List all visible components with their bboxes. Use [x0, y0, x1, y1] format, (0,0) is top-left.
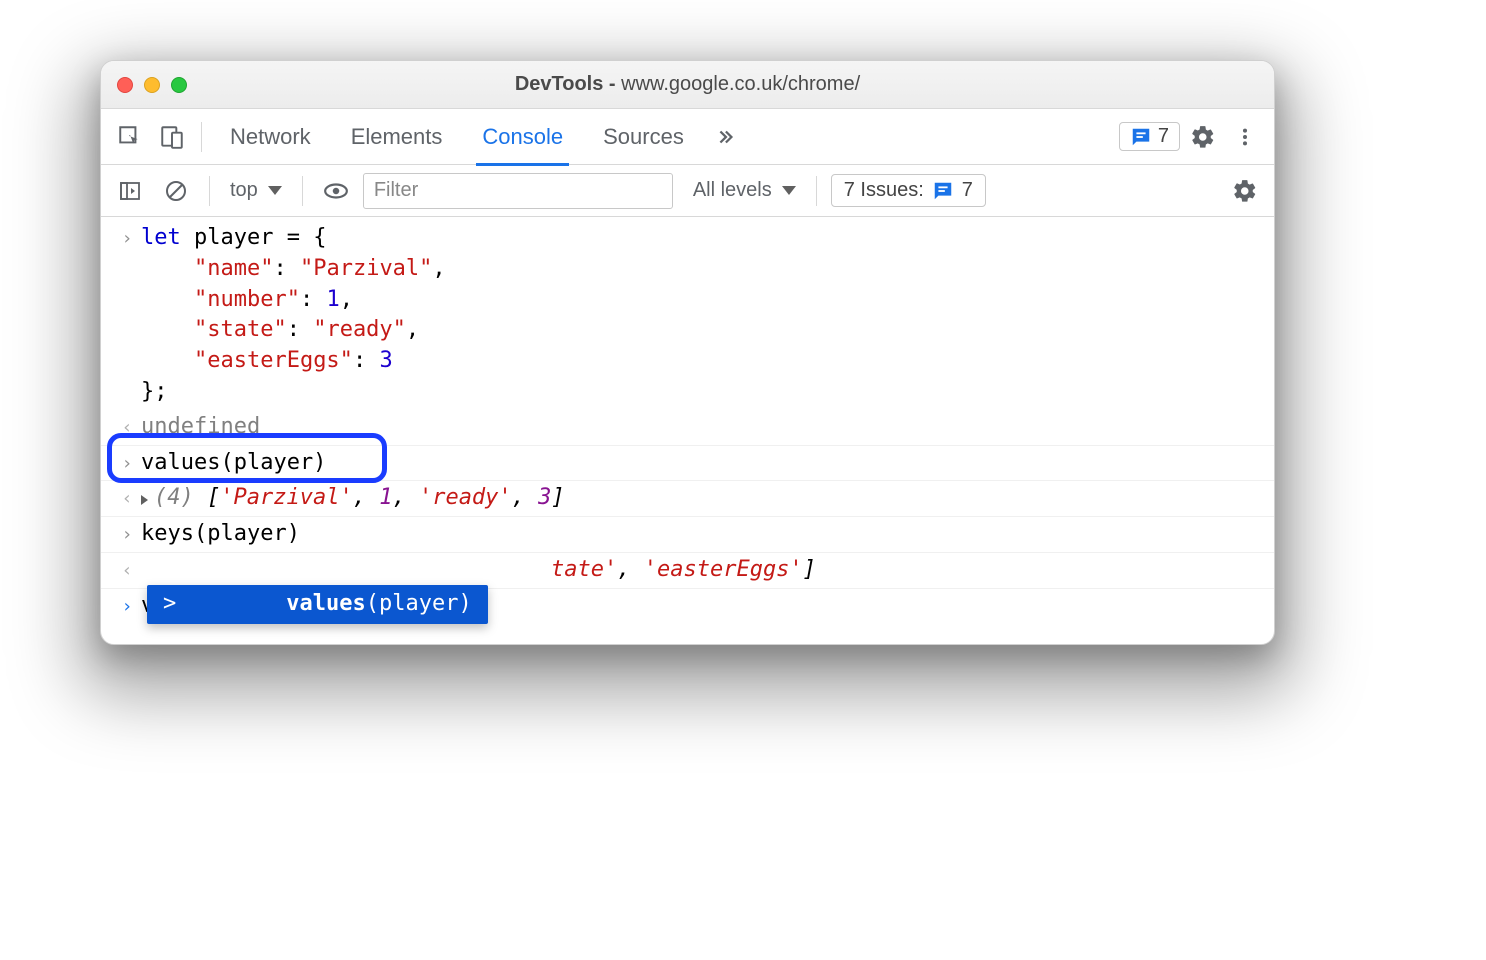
- kebab-menu-icon[interactable]: [1226, 118, 1264, 156]
- messages-badge[interactable]: 7: [1119, 122, 1180, 151]
- window-controls: [117, 77, 187, 93]
- message-icon: [1130, 126, 1152, 148]
- issues-button[interactable]: 7 Issues: 7: [831, 174, 986, 207]
- input-prompt-icon: ›: [113, 223, 141, 251]
- filter-placeholder: Filter: [374, 179, 418, 202]
- tab-network[interactable]: Network: [212, 109, 329, 165]
- array-output: (4) ['Parzival', 1, 'ready', 3]: [141, 483, 565, 514]
- minimize-window-button[interactable]: [144, 77, 160, 93]
- output-prompt-icon: ‹: [113, 555, 141, 583]
- output-prompt-icon: ‹: [113, 483, 141, 511]
- context-label: top: [230, 179, 258, 202]
- output-undefined: undefined: [141, 412, 260, 443]
- issues-label: 7 Issues:: [844, 179, 924, 202]
- autocomplete-chevron: >: [163, 589, 176, 620]
- title-prefix: DevTools -: [515, 73, 621, 95]
- code-line: let player = { "name": "Parzival", "numb…: [141, 223, 446, 408]
- separator: [302, 176, 303, 206]
- tab-console[interactable]: Console: [464, 109, 581, 165]
- inspect-element-icon[interactable]: [111, 118, 149, 156]
- chevron-down-icon: [782, 186, 796, 195]
- clear-console-icon[interactable]: [157, 172, 195, 210]
- console-output-row: ‹ undefined: [101, 410, 1274, 446]
- expand-icon[interactable]: [141, 495, 148, 505]
- separator: [201, 122, 202, 152]
- context-selector[interactable]: top: [224, 177, 288, 204]
- console-input-row[interactable]: › let player = { "name": "Parzival", "nu…: [101, 221, 1274, 410]
- live-expression-icon[interactable]: [317, 172, 355, 210]
- separator: [209, 176, 210, 206]
- chevron-down-icon: [268, 186, 282, 195]
- messages-count: 7: [1158, 125, 1169, 148]
- devtools-window: DevTools - www.google.co.uk/chrome/ Netw…: [100, 60, 1275, 645]
- input-prompt-icon: ›: [113, 519, 141, 547]
- console-output-row[interactable]: ‹ tate', 'easterEggs']: [101, 553, 1274, 589]
- console-body: › let player = { "name": "Parzival", "nu…: [101, 217, 1274, 644]
- input-prompt-icon: ›: [113, 448, 141, 476]
- more-tabs-icon[interactable]: [706, 118, 744, 156]
- autocomplete-suffix: (player): [366, 591, 472, 616]
- separator: [816, 176, 817, 206]
- code-line: keys(player): [141, 519, 300, 550]
- maximize-window-button[interactable]: [171, 77, 187, 93]
- message-icon: [932, 180, 954, 202]
- console-toolbar: top Filter All levels 7 Issues: 7: [101, 165, 1274, 217]
- console-output-row[interactable]: ‹ (4) ['Parzival', 1, 'ready', 3]: [101, 481, 1274, 517]
- title-url: www.google.co.uk/chrome/: [621, 73, 860, 95]
- titlebar: DevTools - www.google.co.uk/chrome/: [101, 61, 1274, 109]
- filter-input[interactable]: Filter: [363, 173, 673, 209]
- main-tabbar: Network Elements Console Sources 7: [101, 109, 1274, 165]
- array-output: tate', 'easterEggs']: [141, 555, 816, 586]
- toggle-sidebar-icon[interactable]: [111, 172, 149, 210]
- code-line: values(player): [141, 448, 326, 479]
- log-levels-selector[interactable]: All levels: [687, 177, 802, 204]
- console-input-row[interactable]: › keys(player): [101, 517, 1274, 553]
- close-window-button[interactable]: [117, 77, 133, 93]
- settings-icon[interactable]: [1184, 118, 1222, 156]
- console-input-row[interactable]: › values(player): [101, 446, 1274, 482]
- issues-count: 7: [962, 179, 973, 202]
- tab-elements[interactable]: Elements: [333, 109, 461, 165]
- console-settings-icon[interactable]: [1226, 172, 1264, 210]
- input-prompt-icon: ›: [113, 591, 141, 619]
- autocomplete-match: values: [286, 591, 365, 616]
- window-title: DevTools - www.google.co.uk/chrome/: [101, 73, 1274, 96]
- autocomplete-popup[interactable]: > values(player): [147, 585, 488, 624]
- device-toolbar-icon[interactable]: [153, 118, 191, 156]
- output-prompt-icon: ‹: [113, 412, 141, 440]
- levels-label: All levels: [693, 179, 772, 202]
- tab-sources[interactable]: Sources: [585, 109, 702, 165]
